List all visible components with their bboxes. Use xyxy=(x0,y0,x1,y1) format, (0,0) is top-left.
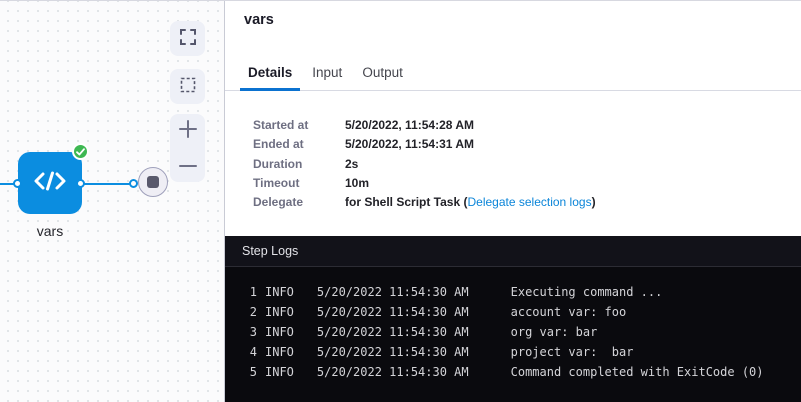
tabs: Details Input Output xyxy=(225,57,801,91)
log-line: 5 INFO 5/20/2022 11:54:30 AM Command com… xyxy=(241,362,801,382)
end-node[interactable] xyxy=(138,167,168,197)
log-timestamp: 5/20/2022 11:54:30 AM xyxy=(317,282,469,302)
log-line-number: 5 xyxy=(241,362,257,382)
detail-row: Delegate for Shell Script Task (Delegate… xyxy=(253,193,596,212)
log-level: INFO xyxy=(265,302,294,322)
log-line: 1 INFO 5/20/2022 11:54:30 AM Executing c… xyxy=(241,282,801,302)
tab-output[interactable]: Output xyxy=(354,57,411,91)
detail-label: Ended at xyxy=(253,135,345,154)
log-message: org var: bar xyxy=(511,322,598,342)
detail-row: Ended at 5/20/2022, 11:54:31 AM xyxy=(253,135,596,154)
log-level: INFO xyxy=(265,322,294,342)
detail-label: Started at xyxy=(253,116,345,135)
tab-label: Details xyxy=(248,65,292,80)
log-message: Command completed with ExitCode (0) xyxy=(511,362,764,382)
tab-label: Output xyxy=(362,65,403,80)
log-message: account var: foo xyxy=(511,302,627,322)
step-logs-panel: Step Logs 1 INFO 5/20/2022 11:54:30 AM E… xyxy=(225,236,801,402)
detail-row: Started at 5/20/2022, 11:54:28 AM xyxy=(253,116,596,135)
zoom-out-button[interactable] xyxy=(170,148,205,182)
log-line: 3 INFO 5/20/2022 11:54:30 AM org var: ba… xyxy=(241,322,801,342)
step-logs-title: Step Logs xyxy=(242,244,298,258)
log-message: project var: bar xyxy=(511,342,634,362)
minus-icon xyxy=(179,156,197,174)
pipeline-canvas[interactable]: vars xyxy=(0,1,224,402)
node-port-right xyxy=(76,179,85,188)
panel-title: vars xyxy=(244,12,274,28)
node-label: vars xyxy=(10,223,90,239)
marquee-select-button[interactable] xyxy=(170,69,205,104)
detail-label: Timeout xyxy=(253,174,345,193)
log-timestamp: 5/20/2022 11:54:30 AM xyxy=(317,362,469,382)
detail-row: Duration 2s xyxy=(253,155,596,174)
step-node-vars[interactable] xyxy=(18,152,82,214)
tab-label: Input xyxy=(312,65,342,80)
detail-value: 10m xyxy=(345,174,369,193)
log-timestamp: 5/20/2022 11:54:30 AM xyxy=(317,322,469,342)
end-node-port xyxy=(129,179,138,188)
marquee-select-icon xyxy=(180,77,196,96)
log-level: INFO xyxy=(265,342,294,362)
step-logs-header: Step Logs xyxy=(225,236,801,267)
delegate-selection-logs-link[interactable]: Delegate selection logs xyxy=(467,195,591,209)
success-check-icon xyxy=(72,143,89,160)
plus-icon xyxy=(179,120,197,143)
zoom-in-button[interactable] xyxy=(170,114,205,148)
log-level: INFO xyxy=(265,362,294,382)
fullscreen-icon xyxy=(180,29,196,48)
code-icon xyxy=(33,170,67,197)
detail-label: Delegate xyxy=(253,193,345,212)
details-list: Started at 5/20/2022, 11:54:28 AM Ended … xyxy=(253,116,596,212)
stop-icon xyxy=(147,176,159,188)
log-line-number: 3 xyxy=(241,322,257,342)
log-timestamp: 5/20/2022 11:54:30 AM xyxy=(317,302,469,322)
tab-details[interactable]: Details xyxy=(240,57,300,91)
detail-value: for Shell Script Task (Delegate selectio… xyxy=(345,193,596,212)
zoom-controls xyxy=(170,114,205,182)
detail-label: Duration xyxy=(253,155,345,174)
tab-input[interactable]: Input xyxy=(304,57,350,91)
detail-row: Timeout 10m xyxy=(253,174,596,193)
log-console[interactable]: 1 INFO 5/20/2022 11:54:30 AM Executing c… xyxy=(225,267,801,382)
log-line-number: 1 xyxy=(241,282,257,302)
log-line-number: 4 xyxy=(241,342,257,362)
detail-value: 5/20/2022, 11:54:28 AM xyxy=(345,116,474,135)
detail-value: 2s xyxy=(345,155,358,174)
fullscreen-button[interactable] xyxy=(170,21,205,56)
pipeline-execution-view: vars xyxy=(0,0,801,402)
log-line: 2 INFO 5/20/2022 11:54:30 AM account var… xyxy=(241,302,801,322)
node-port-left xyxy=(13,179,22,188)
detail-value: 5/20/2022, 11:54:31 AM xyxy=(345,135,474,154)
log-line: 4 INFO 5/20/2022 11:54:30 AM project var… xyxy=(241,342,801,362)
step-details-panel: vars Details Input Output Started at 5/2… xyxy=(225,1,801,402)
log-timestamp: 5/20/2022 11:54:30 AM xyxy=(317,342,469,362)
log-level: INFO xyxy=(265,282,294,302)
log-message: Executing command ... xyxy=(511,282,663,302)
log-line-number: 2 xyxy=(241,302,257,322)
